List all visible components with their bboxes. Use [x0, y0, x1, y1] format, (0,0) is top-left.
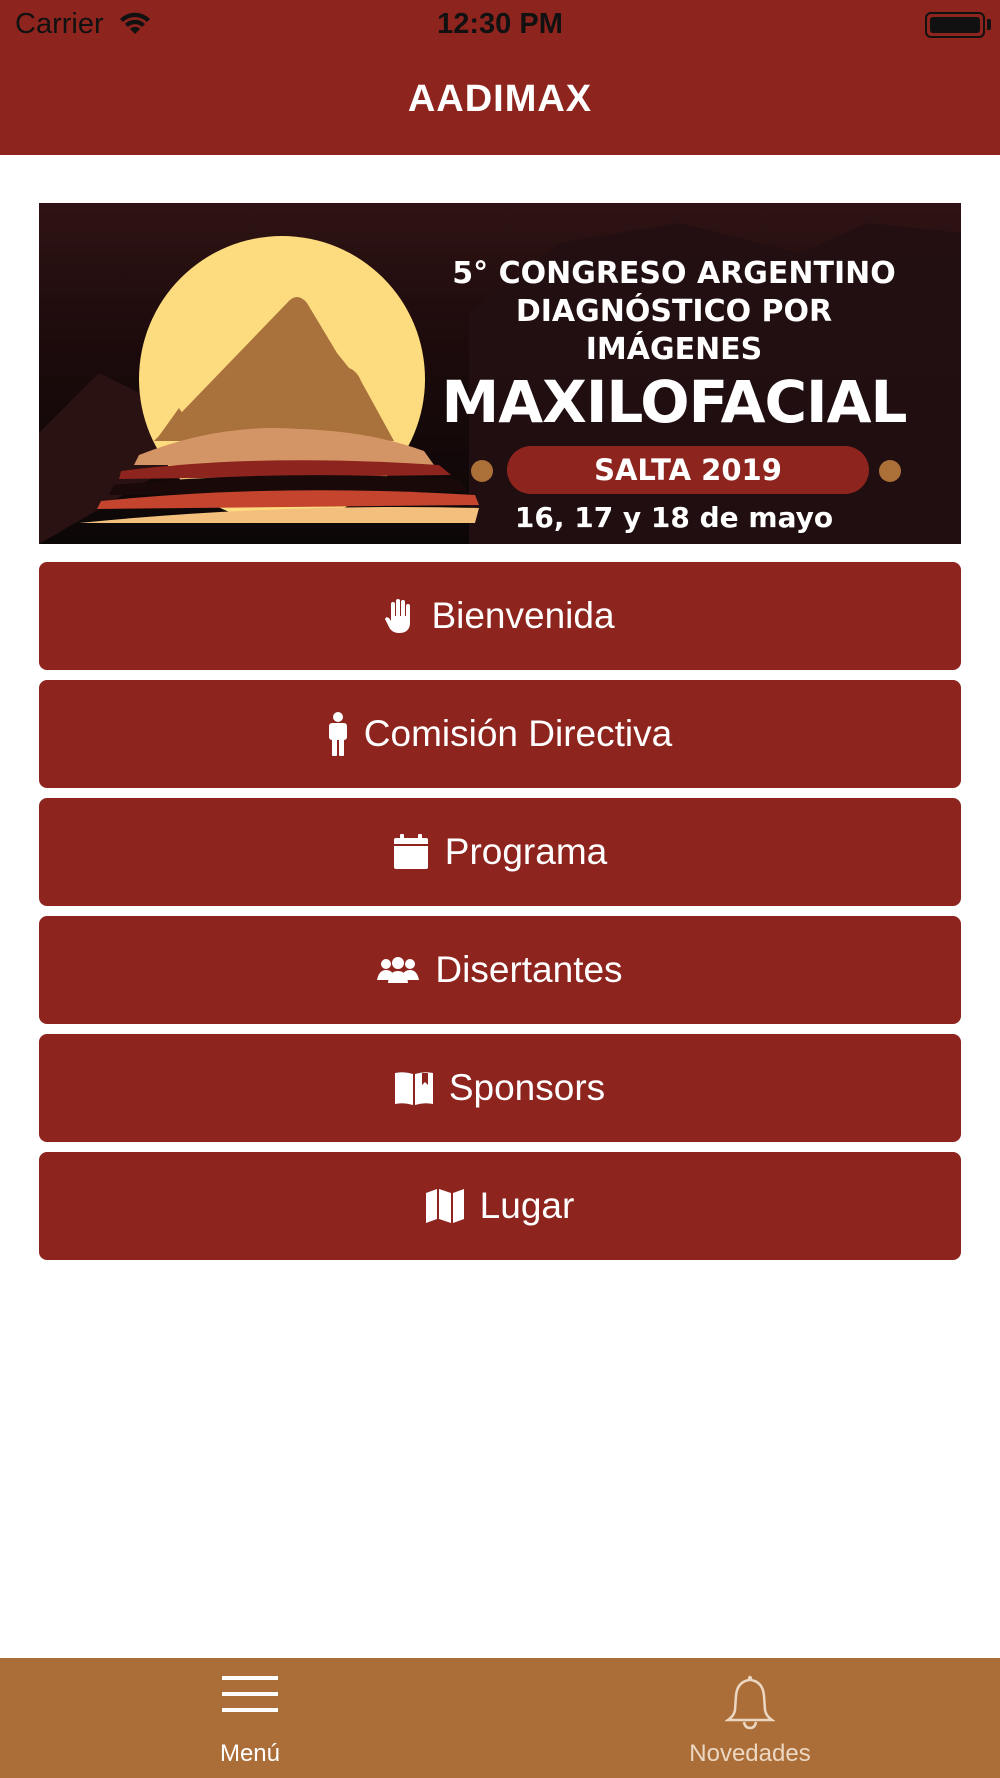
- menu-button-sponsors[interactable]: Sponsors: [39, 1034, 961, 1142]
- tab-label: Menú: [219, 1740, 281, 1767]
- status-time: 12:30 PM: [437, 8, 563, 40]
- battery-icon: [925, 12, 985, 38]
- menu-label: Sponsors: [448, 1067, 606, 1108]
- banner-text: 5° CONGRESO ARGENTINO DIAGNÓSTICO POR IM…: [439, 255, 909, 534]
- menu-button-comision[interactable]: Comisión Directiva: [39, 680, 961, 788]
- calendar-icon: [393, 834, 429, 870]
- hand-icon: [385, 598, 415, 634]
- banner-location-row: SALTA 2019: [439, 445, 909, 495]
- hamburger-icon: [0, 1674, 500, 1714]
- group-icon: [377, 956, 420, 984]
- banner-dot-left: [471, 460, 493, 482]
- menu-label: Bienvenida: [431, 595, 615, 636]
- battery-tip: [987, 19, 991, 30]
- map-icon: [425, 1189, 464, 1223]
- main-menu: Bienvenida Comisión Directiva Programa D…: [39, 562, 961, 1270]
- tab-menu[interactable]: Menú: [0, 1658, 500, 1778]
- banner-line-diagnostico: DIAGNÓSTICO POR IMÁGENES: [515, 294, 833, 367]
- menu-label: Programa: [444, 831, 608, 872]
- menu-label: Lugar: [479, 1185, 575, 1226]
- menu-button-programa[interactable]: Programa: [39, 798, 961, 906]
- banner-line-congress: 5° CONGRESO ARGENTINO: [452, 256, 896, 291]
- banner-dot-right: [879, 460, 901, 482]
- app-header: Carrier 12:30 PM AADIMAX: [0, 0, 1000, 155]
- menu-button-disertantes[interactable]: Disertantes: [39, 916, 961, 1024]
- tab-novedades[interactable]: Novedades: [500, 1658, 1000, 1778]
- page-title: AADIMAX: [407, 78, 593, 120]
- menu-label: Disertantes: [435, 949, 623, 990]
- book-icon: [394, 1071, 433, 1105]
- bell-icon: [500, 1674, 1000, 1730]
- tab-bar: Menú Novedades: [0, 1658, 1000, 1778]
- tab-label: Novedades: [689, 1740, 811, 1767]
- banner-dates: 16, 17 y 18 de mayo: [514, 501, 834, 534]
- banner-location-pill: SALTA 2019: [507, 446, 869, 494]
- status-bar: Carrier 12:30 PM: [0, 0, 1000, 50]
- menu-button-lugar[interactable]: Lugar: [39, 1152, 961, 1260]
- banner-line-maxilofacial: MAXILOFACIAL: [441, 368, 908, 436]
- menu-label: Comisión Directiva: [363, 713, 673, 754]
- congress-banner: 5° CONGRESO ARGENTINO DIAGNÓSTICO POR IM…: [39, 203, 961, 544]
- person-icon: [328, 712, 348, 756]
- menu-button-bienvenida[interactable]: Bienvenida: [39, 562, 961, 670]
